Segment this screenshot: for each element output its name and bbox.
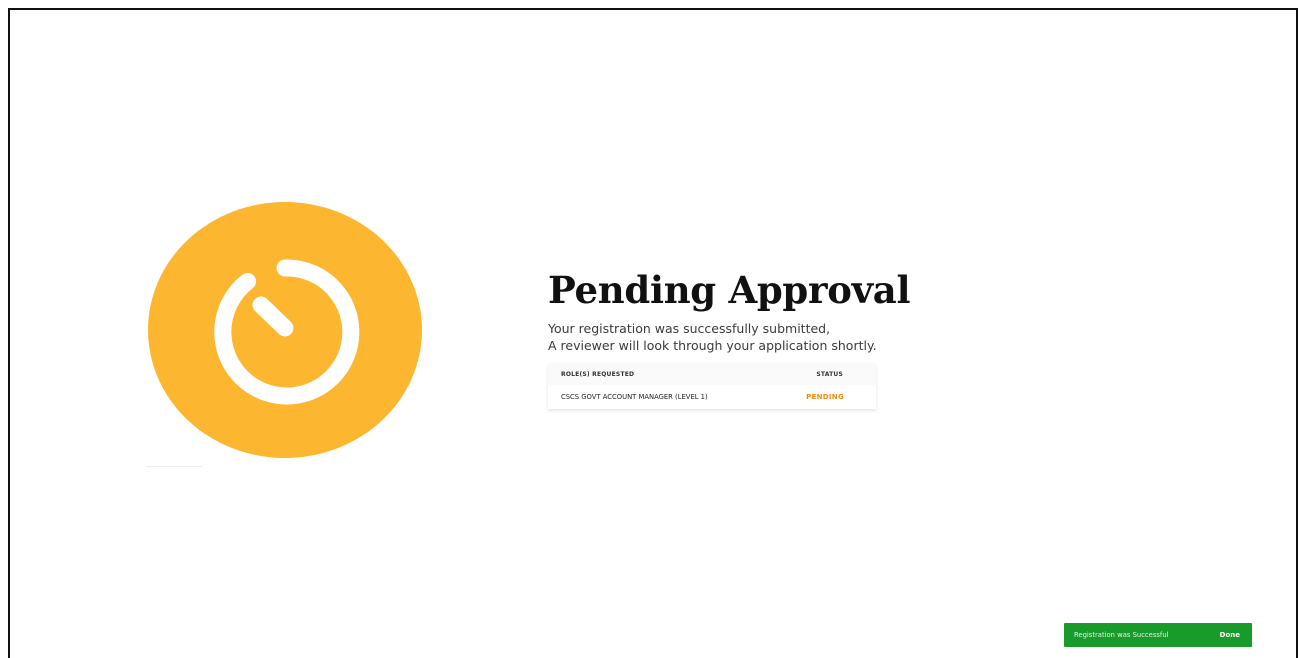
column-header-status: STATUS — [816, 370, 843, 378]
app-window: Pending Approval Your registration was s… — [8, 8, 1298, 658]
toast-done-button[interactable]: Done — [1220, 631, 1240, 639]
status-message-line-1: Your registration was successfully submi… — [548, 321, 831, 336]
success-toast: Registration was Successful Done — [1064, 623, 1252, 647]
column-header-roles: ROLE(S) REQUESTED — [561, 370, 635, 378]
roles-table: ROLE(S) REQUESTED STATUS CSCS GOVT ACCOU… — [548, 363, 876, 409]
page-title: Pending Approval — [548, 268, 911, 312]
pending-approval-panel: Pending Approval Your registration was s… — [548, 265, 928, 409]
pending-timer-icon — [148, 202, 422, 458]
toast-message: Registration was Successful — [1074, 631, 1169, 639]
table-header: ROLE(S) REQUESTED STATUS — [548, 363, 876, 385]
status-badge: PENDING — [806, 393, 844, 401]
role-name: CSCS GOVT ACCOUNT MANAGER (LEVEL 1) — [561, 393, 708, 401]
divider — [146, 466, 202, 467]
status-message: Your registration was successfully submi… — [548, 320, 928, 354]
status-message-line-2: A reviewer will look through your applic… — [548, 338, 877, 353]
table-row: CSCS GOVT ACCOUNT MANAGER (LEVEL 1) PEND… — [548, 385, 876, 409]
